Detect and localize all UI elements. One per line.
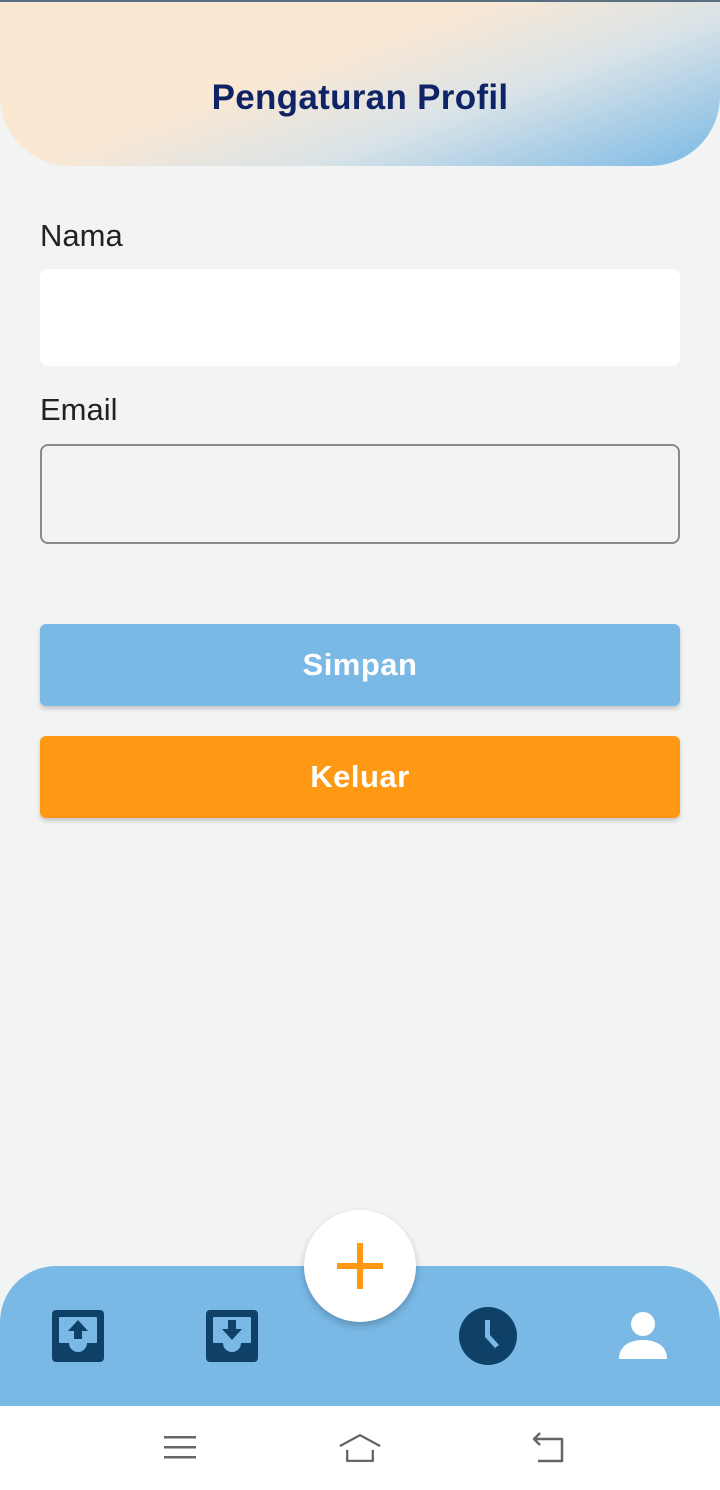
save-button[interactable]: Simpan bbox=[40, 624, 680, 706]
logout-button[interactable]: Keluar bbox=[40, 736, 680, 818]
email-label: Email bbox=[40, 392, 118, 427]
nav-history[interactable] bbox=[458, 1306, 518, 1366]
page-title: Pengaturan Profil bbox=[211, 78, 509, 117]
email-field[interactable] bbox=[40, 444, 680, 544]
add-button[interactable] bbox=[304, 1210, 416, 1322]
download-tray-icon bbox=[206, 1310, 258, 1362]
name-field[interactable] bbox=[40, 269, 680, 366]
menu-icon bbox=[164, 1436, 196, 1459]
name-label: Nama bbox=[40, 218, 123, 253]
nav-download[interactable] bbox=[204, 1308, 260, 1364]
system-home-button[interactable] bbox=[338, 1428, 382, 1468]
system-menu-button[interactable] bbox=[160, 1428, 200, 1468]
back-icon bbox=[532, 1432, 564, 1463]
person-icon bbox=[619, 1312, 667, 1359]
header: Pengaturan Profil bbox=[0, 0, 720, 166]
home-icon bbox=[339, 1434, 381, 1462]
nav-upload[interactable] bbox=[50, 1308, 106, 1364]
add-icon bbox=[337, 1243, 383, 1289]
system-back-button[interactable] bbox=[528, 1428, 568, 1468]
nav-profile[interactable] bbox=[615, 1308, 671, 1364]
upload-tray-icon bbox=[52, 1310, 104, 1362]
clock-icon bbox=[459, 1307, 517, 1365]
